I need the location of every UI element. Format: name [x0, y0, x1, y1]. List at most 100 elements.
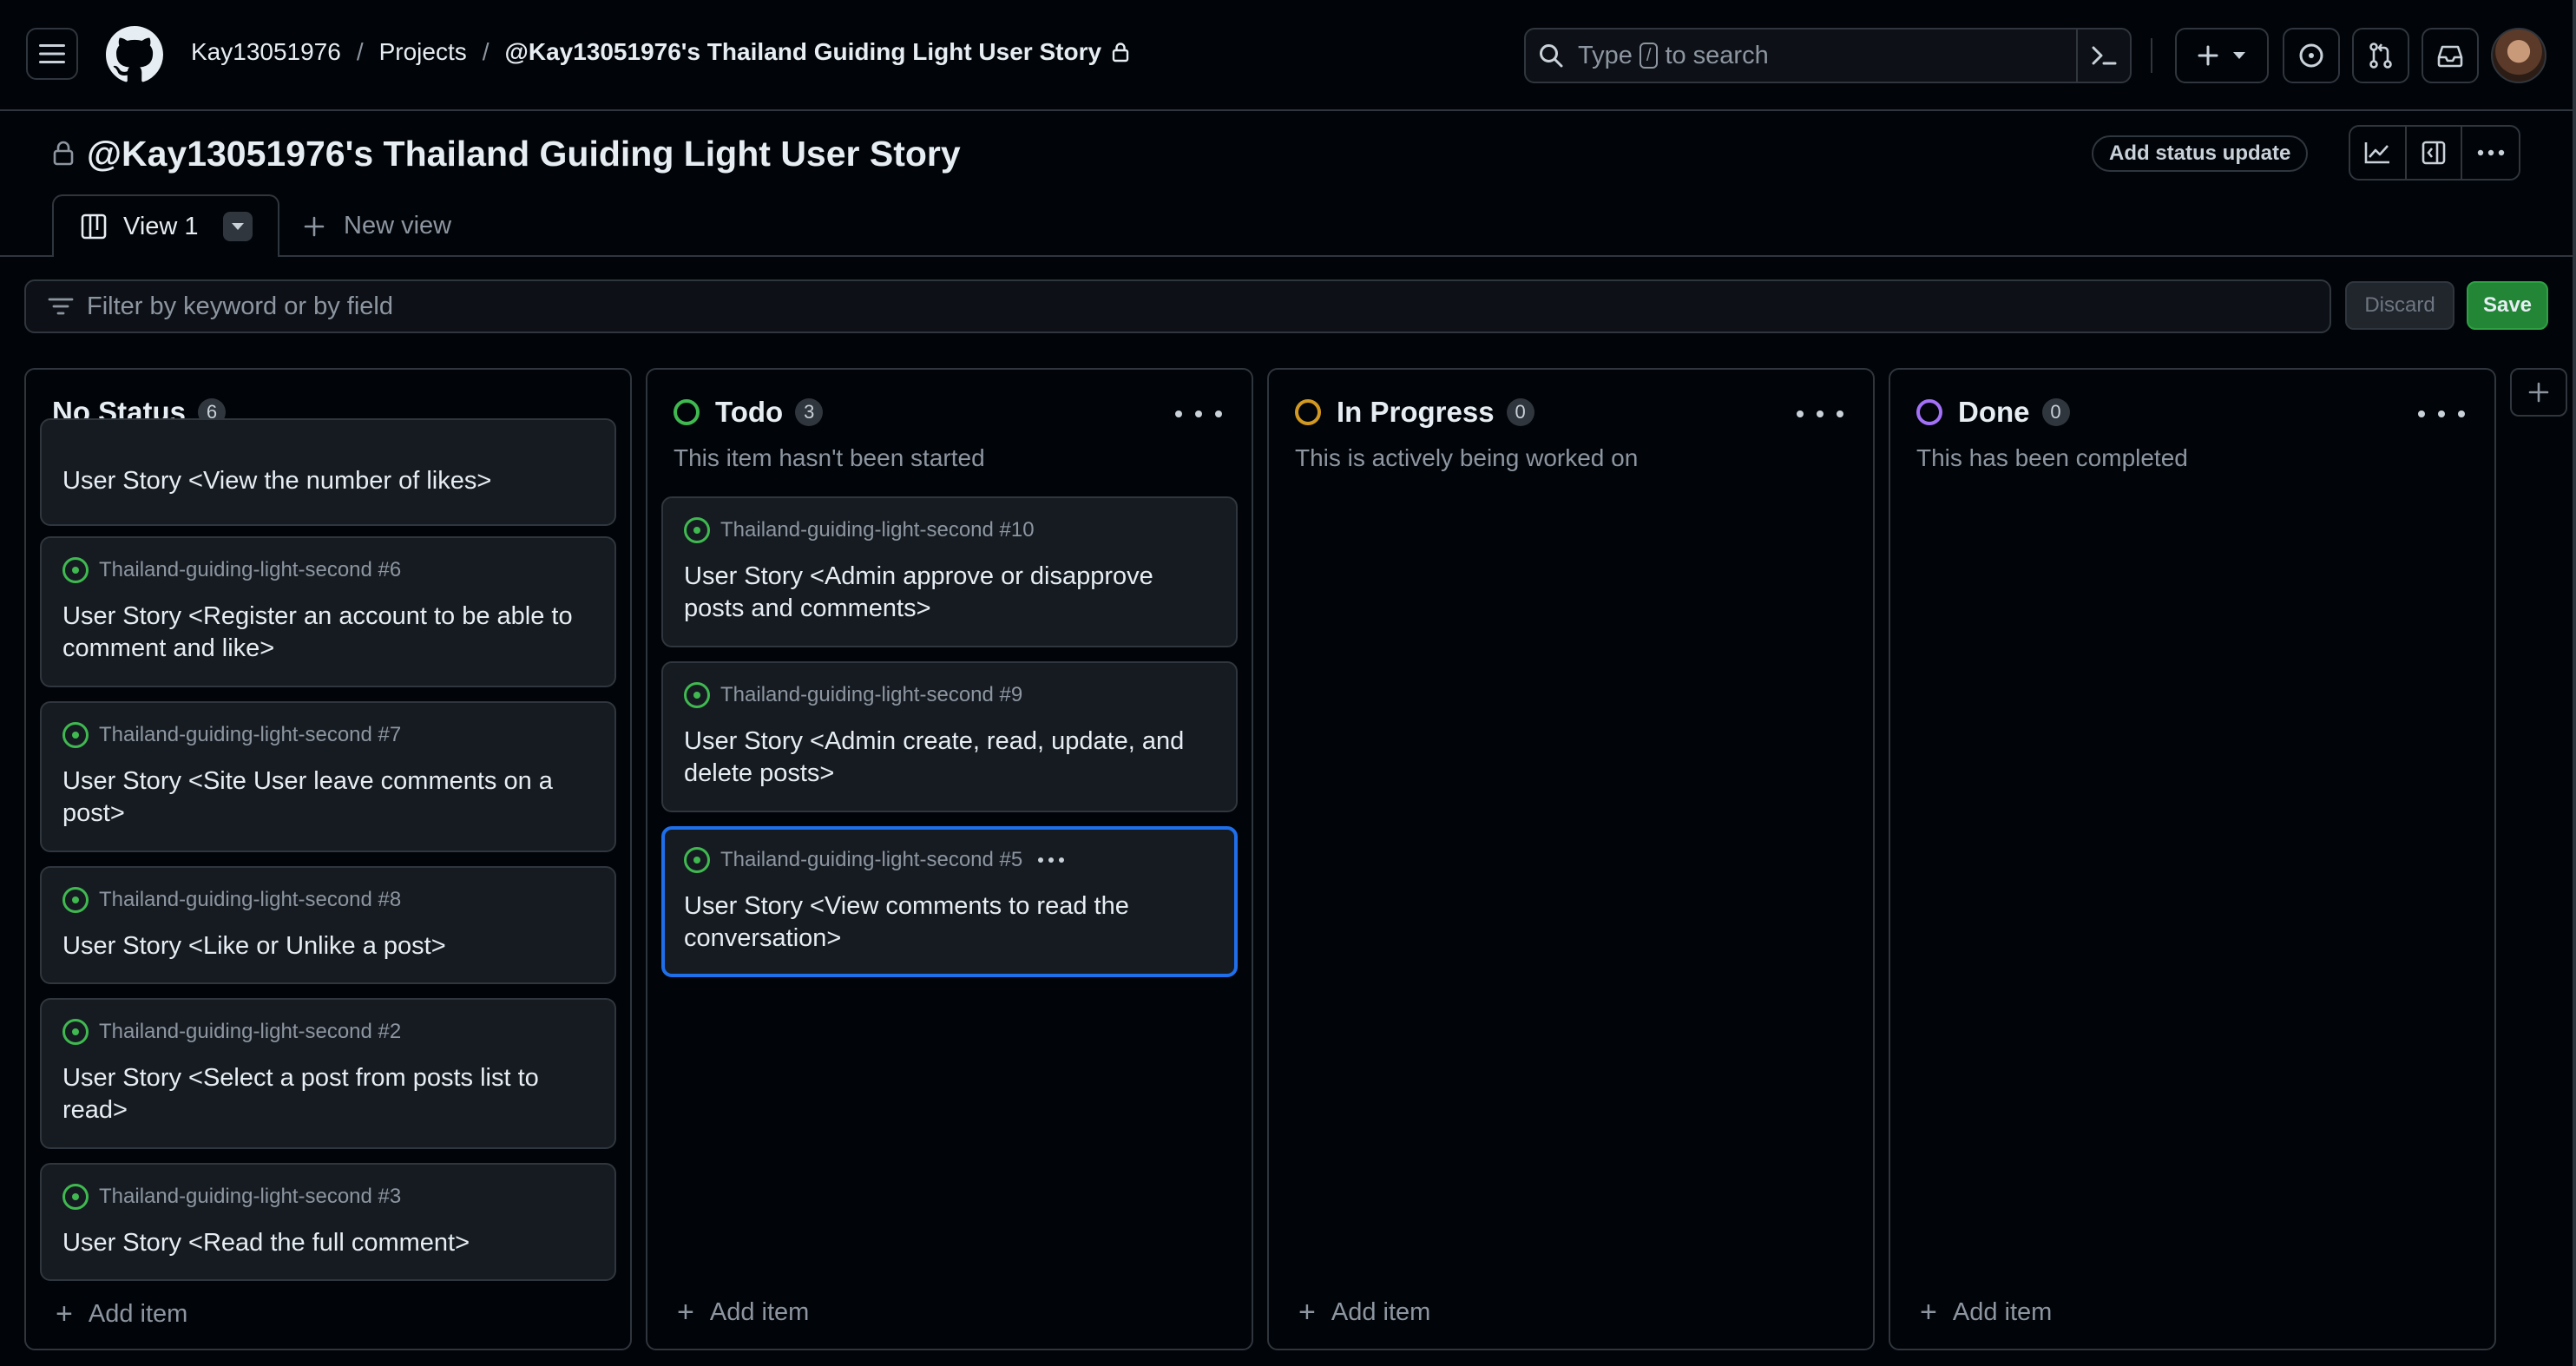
card-title[interactable]: User Story <Register an account to be ab… — [62, 601, 594, 665]
add-item-label: Add item — [88, 1300, 188, 1328]
column-more-button[interactable] — [1797, 399, 1843, 429]
add-status-update-button[interactable]: Add status update — [2092, 135, 2309, 172]
plus-icon: + — [677, 1296, 694, 1329]
lock-icon — [1112, 43, 1129, 62]
project-title[interactable]: @Kay13051976's Thailand Guiding Light Us… — [87, 134, 961, 174]
issue-opened-icon — [2299, 43, 2323, 68]
issue-open-icon — [62, 1184, 89, 1210]
issue-card[interactable]: Thailand-guiding-light-second #9 User St… — [661, 661, 1238, 812]
issue-card[interactable]: User Story <View the number of likes> — [40, 418, 616, 526]
new-view-button[interactable]: New view — [304, 212, 451, 240]
issue-open-icon — [62, 722, 89, 748]
card-title[interactable]: User Story <View the number of likes> — [62, 465, 594, 497]
card-repo-ref[interactable]: Thailand-guiding-light-second #8 — [99, 888, 401, 912]
column-description: This is actively being worked on — [1295, 444, 1639, 471]
add-column-button[interactable] — [2510, 368, 2567, 417]
card-meta: Thailand-guiding-light-second #6 — [62, 557, 401, 583]
project-more-button[interactable] — [2462, 127, 2519, 179]
issue-card[interactable]: Thailand-guiding-light-second #6 User St… — [40, 536, 616, 687]
graph-icon — [2365, 142, 2390, 164]
plus-icon — [2528, 382, 2549, 403]
tab-view-1[interactable]: View 1 — [52, 194, 279, 257]
search-input[interactable]: Type / to search — [1524, 28, 2132, 83]
create-new-button[interactable] — [2175, 28, 2269, 83]
column-count: 0 — [1506, 398, 1534, 426]
header-divider — [2151, 38, 2152, 73]
issue-open-icon — [684, 682, 710, 708]
card-title[interactable]: User Story <Select a post from posts lis… — [62, 1062, 594, 1126]
issue-open-icon — [62, 1019, 89, 1045]
issue-card-selected[interactable]: Thailand-guiding-light-second #5 User St… — [661, 826, 1238, 977]
card-repo-ref[interactable]: Thailand-guiding-light-second #2 — [99, 1020, 401, 1044]
add-item-label: Add item — [709, 1298, 810, 1326]
save-button[interactable]: Save — [2467, 281, 2548, 330]
card-title[interactable]: User Story <Admin create, read, update, … — [684, 726, 1215, 790]
column-no-status: No Status 6 User Story <View the number … — [24, 368, 632, 1350]
insights-button[interactable] — [2350, 127, 2407, 179]
issue-open-icon — [62, 557, 89, 583]
user-avatar[interactable] — [2491, 28, 2546, 83]
pull-requests-button[interactable] — [2352, 28, 2409, 83]
search-suffix: to search — [1665, 41, 1769, 69]
board-view-icon — [81, 213, 107, 240]
card-title[interactable]: User Story <View comments to read the co… — [684, 890, 1213, 955]
column-in-progress: In Progress 0 This is actively being wor… — [1267, 368, 1875, 1350]
card-meta: Thailand-guiding-light-second #2 — [62, 1019, 401, 1045]
add-item-label: Add item — [1952, 1298, 2053, 1326]
column-more-button[interactable] — [2418, 399, 2465, 429]
breadcrumb-owner[interactable]: Kay13051976 — [191, 38, 341, 66]
side-panel-button[interactable] — [2407, 127, 2463, 179]
column-title: Done — [1958, 396, 2030, 428]
card-repo-ref[interactable]: Thailand-guiding-light-second #6 — [99, 558, 401, 582]
breadcrumb-projects[interactable]: Projects — [379, 38, 467, 66]
card-title[interactable]: User Story <Read the full comment> — [62, 1227, 594, 1259]
add-item-button[interactable]: + Add item — [1920, 1296, 2052, 1330]
tab-view-1-label: View 1 — [123, 212, 199, 240]
card-title[interactable]: User Story <Admin approve or disapprove … — [684, 561, 1215, 625]
filter-input[interactable]: Filter by keyword or by field — [24, 279, 2331, 333]
issue-card[interactable]: Thailand-guiding-light-second #7 User St… — [40, 701, 616, 852]
search-icon — [1540, 44, 1563, 68]
issue-card[interactable]: Thailand-guiding-light-second #10 User S… — [661, 496, 1238, 647]
card-repo-ref[interactable]: Thailand-guiding-light-second #3 — [99, 1185, 401, 1209]
card-more-button[interactable] — [1038, 857, 1065, 863]
card-repo-ref[interactable]: Thailand-guiding-light-second #5 — [720, 848, 1022, 872]
column-title: Todo — [715, 396, 784, 428]
inbox-button[interactable] — [2422, 28, 2479, 83]
card-repo-ref[interactable]: Thailand-guiding-light-second #10 — [720, 518, 1035, 542]
issue-card[interactable]: Thailand-guiding-light-second #8 User St… — [40, 866, 616, 984]
plus-icon: + — [1298, 1296, 1316, 1329]
triangle-down-icon — [231, 223, 244, 230]
add-item-button[interactable]: + Add item — [677, 1296, 809, 1330]
card-repo-ref[interactable]: Thailand-guiding-light-second #9 — [720, 683, 1022, 707]
global-header: Kay13051976 / Projects / @Kay13051976's … — [0, 0, 2576, 111]
card-meta: Thailand-guiding-light-second #8 — [62, 887, 401, 913]
caret-down-icon — [2233, 52, 2245, 59]
filter-placeholder: Filter by keyword or by field — [87, 292, 393, 320]
column-description: This has been completed — [1916, 444, 2188, 471]
issues-button[interactable] — [2283, 28, 2340, 83]
hamburger-icon — [39, 44, 65, 63]
command-palette-button[interactable] — [2076, 30, 2130, 82]
card-title[interactable]: User Story <Site User leave comments on … — [62, 765, 594, 830]
view-options-button[interactable] — [222, 212, 253, 241]
issue-card[interactable]: Thailand-guiding-light-second #2 User St… — [40, 998, 616, 1149]
breadcrumb-separator: / — [356, 38, 364, 65]
card-title[interactable]: User Story <Like or Unlike a post> — [62, 930, 594, 962]
add-item-button[interactable]: + Add item — [56, 1297, 187, 1331]
issue-open-icon — [62, 887, 89, 913]
column-more-button[interactable] — [1175, 399, 1222, 429]
add-item-label: Add item — [1331, 1298, 1431, 1326]
add-item-button[interactable]: + Add item — [1298, 1296, 1430, 1330]
menu-button[interactable] — [26, 28, 78, 80]
issue-card[interactable]: Thailand-guiding-light-second #3 User St… — [40, 1163, 616, 1281]
card-meta: Thailand-guiding-light-second #5 — [684, 847, 1065, 873]
github-logo-icon[interactable] — [106, 26, 163, 83]
discard-button[interactable]: Discard — [2345, 281, 2454, 330]
new-view-label: New view — [344, 212, 452, 240]
breadcrumb-project[interactable]: @Kay13051976's Thailand Guiding Light Us… — [505, 38, 1102, 66]
private-lock-icon — [53, 141, 74, 166]
inbox-icon — [2437, 45, 2463, 68]
column-todo: Todo 3 This item hasn't been started Tha… — [646, 368, 1253, 1350]
card-repo-ref[interactable]: Thailand-guiding-light-second #7 — [99, 723, 401, 747]
